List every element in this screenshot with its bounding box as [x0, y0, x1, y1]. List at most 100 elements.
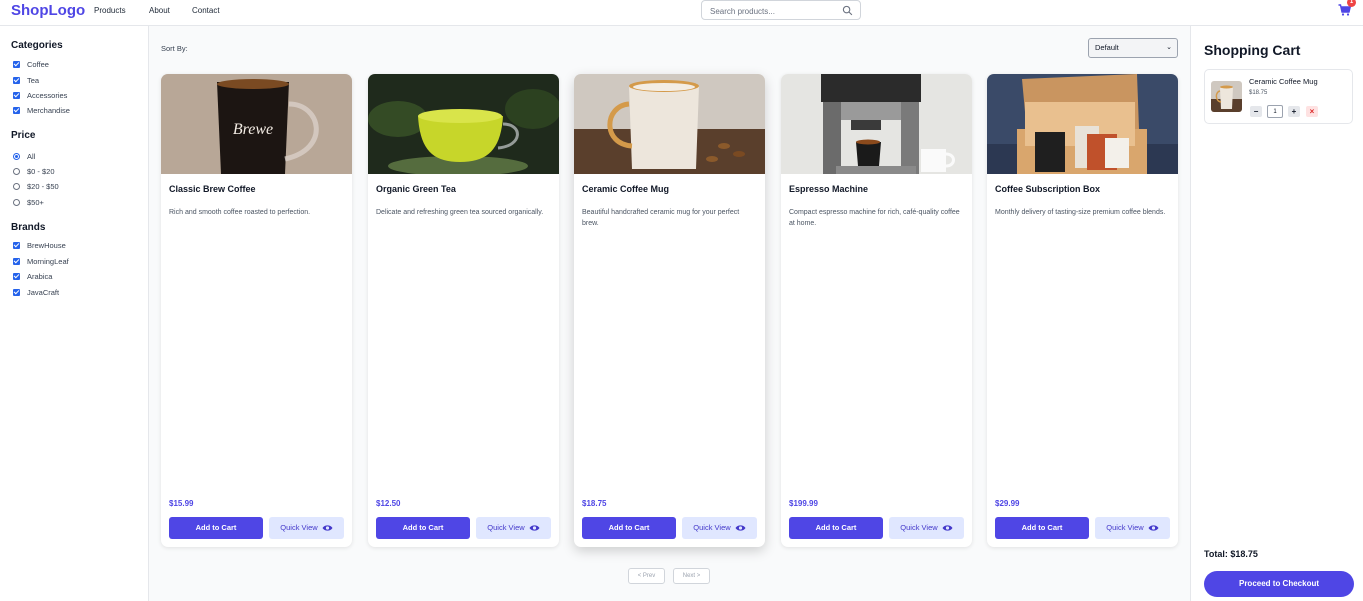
- product-price: $15.99: [169, 499, 194, 508]
- cart-title: Shopping Cart: [1204, 42, 1301, 58]
- product-card-organic-green-tea: Organic Green Tea Delicate and refreshin…: [368, 74, 559, 547]
- quick-view-label: Quick View: [1106, 523, 1144, 532]
- product-description: Beautiful handcrafted ceramic mug for yo…: [582, 209, 740, 227]
- product-price: $199.99: [789, 499, 818, 508]
- product-description: Delicate and refreshing green tea source…: [376, 209, 544, 216]
- quick-view-button[interactable]: Quick View: [682, 517, 757, 539]
- radio[interactable]: [13, 182, 20, 190]
- product-card-ceramic-coffee-mug: Ceramic Coffee Mug Beautiful handcrafted…: [574, 74, 765, 547]
- nav-link-about[interactable]: About: [149, 6, 170, 15]
- decrease-quantity-button[interactable]: −: [1250, 106, 1262, 117]
- cart-total: Total: $18.75: [1204, 549, 1258, 559]
- quick-view-label: Quick View: [487, 523, 525, 532]
- brand-filter-javacraft[interactable]: JavaCraft: [13, 287, 59, 297]
- search-icon[interactable]: [842, 5, 853, 16]
- search-input[interactable]: [710, 2, 840, 21]
- product-image[interactable]: [368, 74, 559, 174]
- checkbox[interactable]: [13, 257, 20, 265]
- add-to-cart-button[interactable]: Add to Cart: [376, 517, 470, 539]
- product-card-coffee-subscription-box: Coffee Subscription Box Monthly delivery…: [987, 74, 1178, 547]
- price-filter-20-50[interactable]: $20 - $50: [13, 181, 59, 191]
- product-title[interactable]: Organic Green Tea: [376, 184, 456, 194]
- price-heading: Price: [11, 130, 36, 141]
- category-filter-merchandise[interactable]: Merchandise: [13, 105, 70, 115]
- quick-view-button[interactable]: Quick View: [889, 517, 964, 539]
- product-description: Rich and smooth coffee roasted to perfec…: [169, 209, 311, 216]
- logo[interactable]: ShopLogo: [11, 2, 85, 19]
- radio[interactable]: [13, 167, 20, 175]
- eye-icon: [942, 525, 953, 531]
- eye-icon: [735, 525, 746, 531]
- nav-link-products[interactable]: Products: [94, 6, 126, 15]
- checkbox[interactable]: [13, 76, 20, 84]
- quick-view-label: Quick View: [900, 523, 938, 532]
- price-filter-all[interactable]: All: [13, 151, 35, 161]
- product-card-espresso-machine: Espresso Machine Compact espresso machin…: [781, 74, 972, 547]
- remove-item-button[interactable]: ×: [1306, 106, 1318, 117]
- search-box: [701, 0, 861, 21]
- brand-filter-arabica[interactable]: Arabica: [13, 271, 52, 281]
- cart-item-image: [1211, 81, 1242, 112]
- product-description: Compact espresso machine for rich, café-…: [789, 209, 960, 227]
- next-page-button[interactable]: Next >: [673, 568, 710, 584]
- quick-view-button[interactable]: Quick View: [476, 517, 551, 539]
- sort-select[interactable]: Default ⌄: [1088, 38, 1178, 58]
- category-filter-tea[interactable]: Tea: [13, 75, 39, 85]
- product-image[interactable]: [574, 74, 765, 174]
- increase-quantity-button[interactable]: +: [1288, 106, 1300, 117]
- quick-view-label: Quick View: [280, 523, 318, 532]
- categories-heading: Categories: [11, 40, 63, 51]
- cart-item-price: $18.75: [1249, 90, 1268, 96]
- cart-count-badge: 1: [1347, 0, 1356, 7]
- quick-view-label: Quick View: [693, 523, 731, 532]
- prev-page-button[interactable]: < Prev: [628, 568, 665, 584]
- radio[interactable]: [13, 152, 20, 160]
- product-title[interactable]: Espresso Machine: [789, 184, 868, 194]
- product-price: $29.99: [995, 499, 1020, 508]
- product-image[interactable]: [987, 74, 1178, 174]
- eye-icon: [322, 525, 333, 531]
- category-filter-coffee[interactable]: Coffee: [13, 59, 49, 69]
- quantity-input[interactable]: 1: [1267, 105, 1283, 118]
- checkbox[interactable]: [13, 241, 20, 249]
- product-image[interactable]: [781, 74, 972, 174]
- price-filter-50-plus[interactable]: $50+: [13, 197, 44, 207]
- product-area: Sort By: Default ⌄ Brewe Classic Brew Co…: [149, 26, 1190, 601]
- cart-item-name: Ceramic Coffee Mug: [1249, 77, 1318, 86]
- cart-item: Ceramic Coffee Mug $18.75 − 1 + ×: [1204, 69, 1353, 124]
- eye-icon: [1148, 525, 1159, 531]
- cart-panel: Shopping Cart Ceramic Coffee Mug $18.75 …: [1190, 26, 1363, 601]
- filter-sidebar: Categories Coffee Tea Accessories Mercha…: [0, 26, 149, 601]
- chevron-down-icon: ⌄: [1166, 44, 1172, 51]
- product-description: Monthly delivery of tasting-size premium…: [995, 209, 1166, 216]
- brands-heading: Brands: [11, 222, 46, 233]
- brand-filter-brewhouse[interactable]: BrewHouse: [13, 240, 66, 250]
- product-title[interactable]: Ceramic Coffee Mug: [582, 184, 669, 194]
- add-to-cart-button[interactable]: Add to Cart: [582, 517, 676, 539]
- brand-filter-morningleaf[interactable]: MorningLeaf: [13, 256, 69, 266]
- eye-icon: [529, 525, 540, 531]
- price-filter-0-20[interactable]: $0 - $20: [13, 166, 55, 176]
- product-title[interactable]: Coffee Subscription Box: [995, 184, 1100, 194]
- checkout-button[interactable]: Proceed to Checkout: [1204, 571, 1354, 597]
- radio[interactable]: [13, 198, 20, 206]
- top-nav: ShopLogo Products About Contact 1: [0, 0, 1363, 26]
- quick-view-button[interactable]: Quick View: [1095, 517, 1170, 539]
- checkbox[interactable]: [13, 272, 20, 280]
- product-card-classic-brew-coffee: Brewe Classic Brew Coffee Rich and smoot…: [161, 74, 352, 547]
- product-title[interactable]: Classic Brew Coffee: [169, 184, 256, 194]
- category-filter-accessories[interactable]: Accessories: [13, 90, 67, 100]
- add-to-cart-button[interactable]: Add to Cart: [169, 517, 263, 539]
- sort-label: Sort By:: [161, 44, 188, 53]
- add-to-cart-button[interactable]: Add to Cart: [995, 517, 1089, 539]
- sort-value: Default: [1095, 43, 1119, 52]
- checkbox[interactable]: [13, 288, 20, 296]
- quick-view-button[interactable]: Quick View: [269, 517, 344, 539]
- checkbox[interactable]: [13, 60, 20, 68]
- product-image[interactable]: Brewe: [161, 74, 352, 174]
- nav-link-contact[interactable]: Contact: [192, 6, 220, 15]
- brewe-logo-text: Brewe: [233, 121, 273, 138]
- add-to-cart-button[interactable]: Add to Cart: [789, 517, 883, 539]
- checkbox[interactable]: [13, 91, 20, 99]
- checkbox[interactable]: [13, 106, 20, 114]
